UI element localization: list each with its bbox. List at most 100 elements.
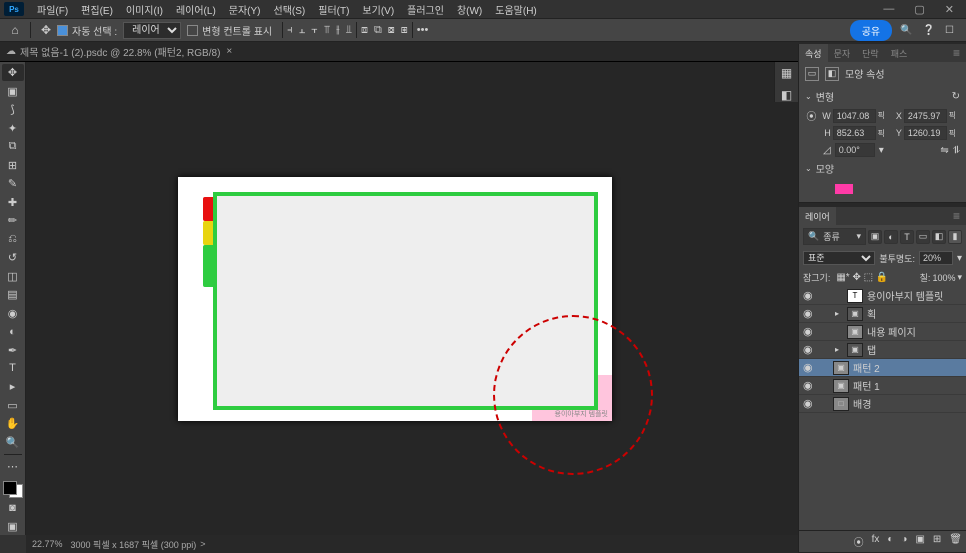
zoom-tool[interactable]: 🔍 [2,434,24,451]
green-frame-shape[interactable] [213,192,598,410]
layer-item[interactable]: ◉T용이아부지 템플릿 [799,287,966,305]
filter-adj-icon[interactable]: ◐ [884,230,898,244]
menu-select[interactable]: 선택(S) [269,0,311,19]
layer-name[interactable]: 탭 [867,342,876,357]
dist-1-icon[interactable]: ⧈ [361,24,368,37]
color-swatches[interactable] [3,481,23,498]
y-input[interactable]: 1260.19 [904,126,947,140]
layer-name[interactable]: 획 [867,306,876,321]
layer-item[interactable]: ◉□배경 [799,395,966,413]
angle-dropdown-icon[interactable]: ▾ [879,145,884,156]
fill-dropdown-icon[interactable]: ▾ [957,272,962,283]
expand-icon[interactable]: ▸ [835,345,843,354]
tab-properties[interactable]: 속성 [799,44,828,63]
clone-stamp-tool[interactable]: ⎌ [2,230,24,247]
move-tool-icon[interactable]: ✥ [35,21,57,39]
align-hcenter-icon[interactable]: ⫠ [299,24,306,37]
lasso-tool[interactable]: ⟆ [2,101,24,118]
layer-name[interactable]: 배경 [853,396,871,411]
filter-pixel-icon[interactable]: ▣ [868,230,882,244]
layer-item[interactable]: ◉▣패턴 2 [799,359,966,377]
visibility-icon[interactable]: ◉ [803,343,817,356]
panel-menu-icon[interactable]: ≡ [947,46,966,60]
tab-character[interactable]: 문자 [828,44,857,63]
menu-type[interactable]: 문자(Y) [224,0,266,19]
layer-name[interactable]: 패턴 2 [853,360,880,375]
align-top-icon[interactable]: ⫪ [324,24,330,37]
menu-image[interactable]: 이미지(I) [121,0,168,19]
maximize-icon[interactable]: ▢ [910,3,928,16]
layer-item[interactable]: ◉▣내용 페이지 [799,323,966,341]
delete-layer-icon[interactable]: 🗑 [949,534,962,549]
workspace-icon[interactable]: ☐ [945,25,954,36]
rail-icon-2[interactable]: ◧ [781,88,792,102]
dist-4-icon[interactable]: ⧆ [401,24,408,37]
share-button[interactable]: 공유 [850,20,892,41]
visibility-icon[interactable]: ◉ [803,379,817,392]
help-icon[interactable]: ❔ [923,25,935,36]
align-vcenter-icon[interactable]: ⫲ [336,24,340,37]
close-icon[interactable]: ✕ [941,3,958,16]
document-canvas[interactable]: 용이아부지 템플릿 [178,177,612,421]
visibility-icon[interactable]: ◉ [803,307,817,320]
canvas-area[interactable]: 용이아부지 템플릿 [26,62,798,535]
auto-select-checkbox[interactable] [57,25,68,36]
layer-name[interactable]: 내용 페이지 [867,324,916,339]
healing-tool[interactable]: ✚ [2,193,24,210]
transform-section[interactable]: ⌄ 변형 ↻ [805,85,960,108]
green-tab-shape[interactable] [203,245,213,287]
path-select-tool[interactable]: ▸ [2,378,24,395]
h-input[interactable]: 852.63 [833,126,876,140]
fg-color[interactable] [3,481,17,495]
flip-h-icon[interactable]: ⇋ [940,145,948,156]
home-icon[interactable]: ⌂ [4,21,26,39]
yellow-tab-shape[interactable] [203,221,213,245]
layer-item[interactable]: ◉▣패턴 1 [799,377,966,395]
info-arrow-icon[interactable]: > [200,539,205,549]
fill-color-swatch[interactable] [835,184,853,194]
search-icon[interactable]: 🔍 [900,25,912,36]
dodge-tool[interactable]: ◐ [2,323,24,340]
move-tool[interactable]: ✥ [2,64,24,81]
align-bottom-icon[interactable]: ⫫ [346,24,352,37]
new-layer-icon[interactable]: ⊞ [933,534,941,549]
hand-tool[interactable]: ✋ [2,415,24,432]
mask-layer-icon[interactable]: ◐ [887,534,893,549]
minimize-icon[interactable]: — [879,3,898,16]
zoom-level[interactable]: 22.77% [32,539,63,549]
layer-name[interactable]: 용이아부지 템플릿 [867,288,943,303]
tab-layers[interactable]: 레이어 [799,207,836,226]
dist-2-icon[interactable]: ⧉ [374,24,382,37]
blur-tool[interactable]: ◉ [2,304,24,321]
visibility-icon[interactable]: ◉ [803,397,817,410]
shape-tool[interactable]: ▭ [2,397,24,414]
crop-tool[interactable]: ⧉ [2,138,24,155]
pen-tool[interactable]: ✒ [2,341,24,358]
marquee-tool[interactable]: ▣ [2,82,24,99]
filter-shape-icon[interactable]: ▭ [916,230,930,244]
lock-pixels-icon[interactable]: ▦* ✥ ⬚ 🔒 [836,272,888,283]
history-brush-tool[interactable]: ↺ [2,249,24,266]
tab-paragraph[interactable]: 단락 [856,44,885,63]
reset-transform-icon[interactable]: ↻ [952,91,960,102]
eyedropper-tool[interactable]: ✎ [2,175,24,192]
close-tab-icon[interactable]: × [226,46,232,57]
layer-item[interactable]: ◉▸▣탭 [799,341,966,359]
frame-tool[interactable]: ⊞ [2,156,24,173]
gradient-tool[interactable]: ▤ [2,286,24,303]
quick-mask-icon[interactable]: ◙ [2,499,24,516]
filter-toggle[interactable]: ▮ [948,230,962,244]
opacity-input[interactable]: 20% [919,251,953,265]
blend-mode-dropdown[interactable]: 표준 [803,251,875,265]
expand-icon[interactable]: ▸ [835,309,843,318]
layers-menu-icon[interactable]: ≡ [947,209,966,223]
show-transform-checkbox[interactable] [187,25,198,36]
fx-icon[interactable]: fx [872,534,880,549]
brush-tool[interactable]: ✏ [2,212,24,229]
dist-3-icon[interactable]: ⧇ [388,24,395,37]
layer-name[interactable]: 패턴 1 [853,378,880,393]
document-info[interactable]: 3000 픽셀 x 1687 픽셀 (300 ppi) [71,538,197,551]
menu-plugin[interactable]: 플러그인 [402,0,449,19]
link-wh-icon[interactable]: ⦿ [805,108,818,123]
filter-smart-icon[interactable]: ◧ [932,230,946,244]
